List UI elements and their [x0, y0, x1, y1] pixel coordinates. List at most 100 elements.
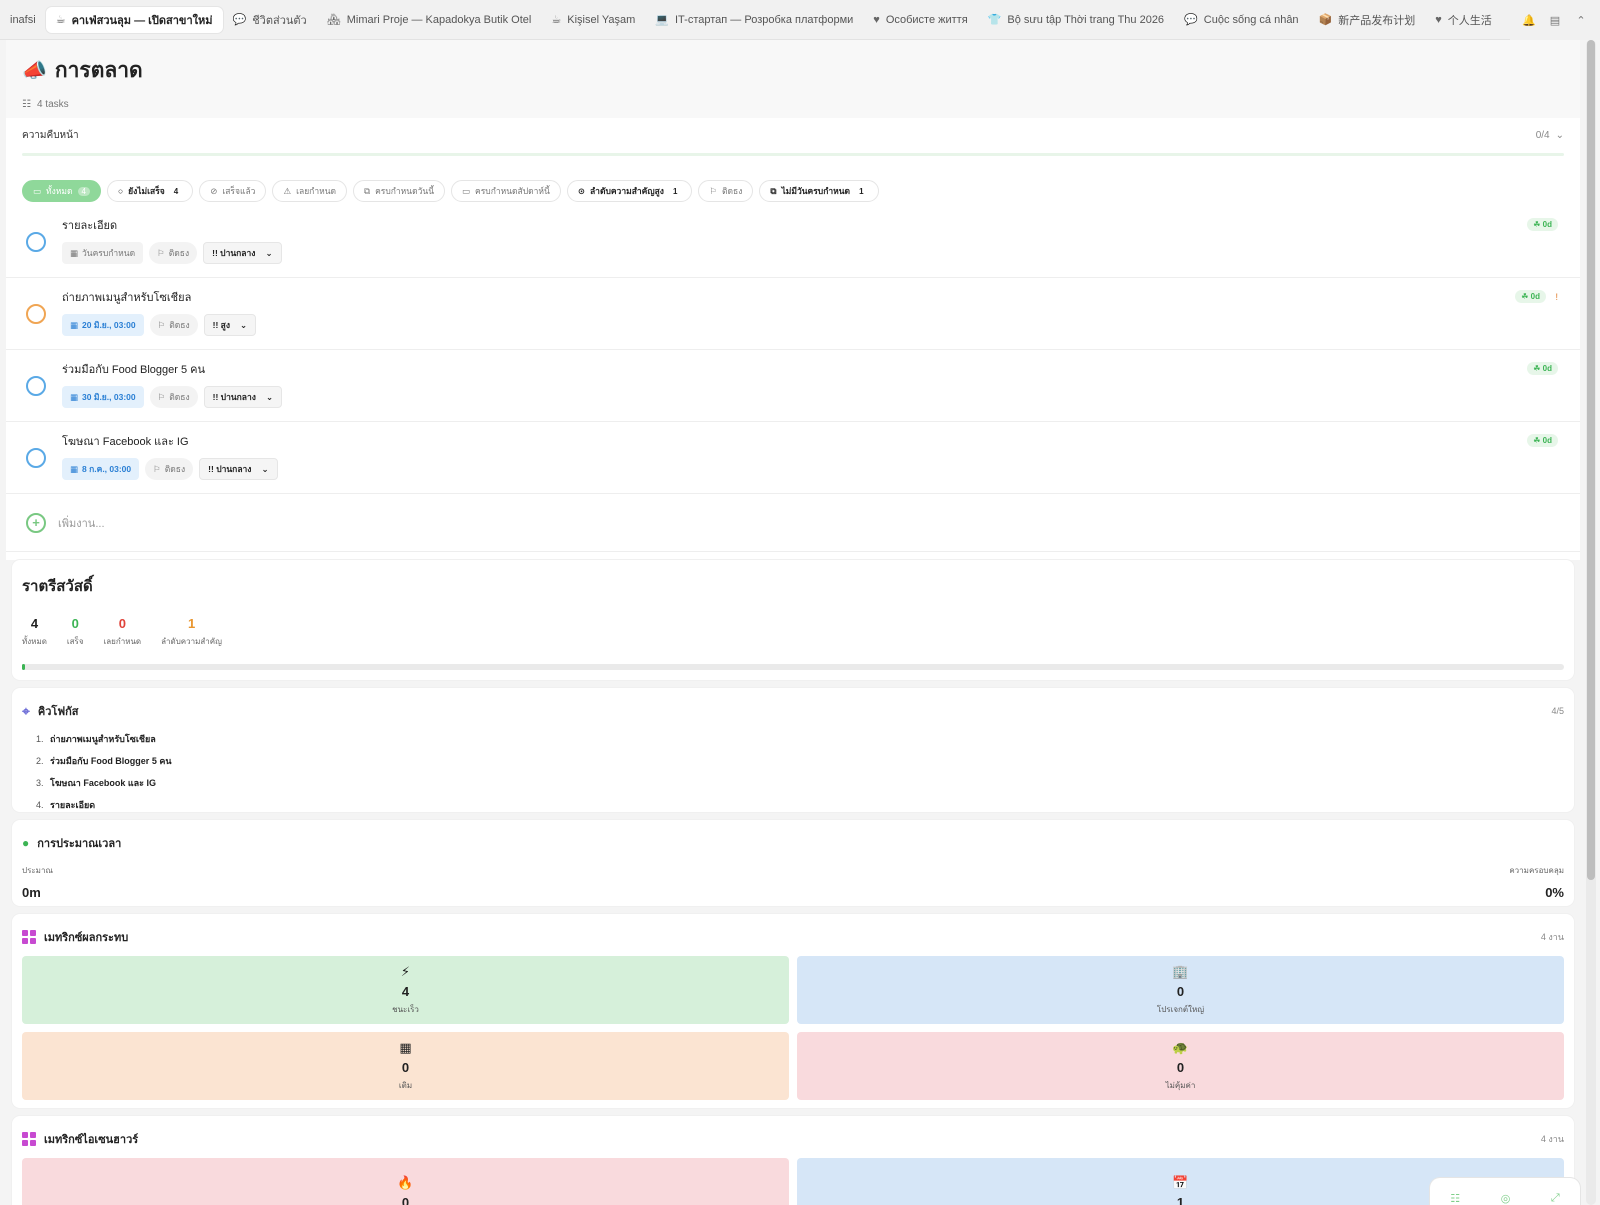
grid-icon [22, 930, 36, 944]
eisenhower-cell[interactable]: 🔥 0 [22, 1158, 789, 1205]
task-list-icon: ☷ [22, 99, 31, 110]
task-checkbox[interactable] [26, 232, 46, 252]
filter-label: ติดธง [722, 186, 743, 196]
tab-icon: 💬 [232, 14, 247, 26]
tab-1[interactable]: ☕ คาเฟ่สวนลุม — เปิดสาขาใหม่ [45, 6, 223, 33]
focus-item[interactable]: 2. ร่วมมือกับ Food Blogger 5 คน [36, 754, 1564, 768]
focus-item[interactable]: 4. รายละเอียด [36, 798, 1564, 812]
flag-label: ติดธง [169, 392, 190, 402]
focus-item-label: รายละเอียด [50, 800, 96, 810]
task-checkbox[interactable] [26, 304, 46, 324]
tab-6[interactable]: ♥ Особисте життя [863, 7, 977, 33]
task-name[interactable]: รายละเอียด [62, 216, 1564, 234]
due-date-label: วันครบกำหนด [82, 248, 136, 258]
chevron-up-icon[interactable]: ⌃ [1570, 9, 1592, 31]
filter-chip-0[interactable]: ▭ ทั้งหมด 4 [22, 180, 101, 202]
tab-10[interactable]: ♥ 个人生活 [1425, 7, 1502, 33]
tab-3[interactable]: 🏘 Mimari Proje — Kapadokya Butik Otel [317, 7, 542, 33]
impact-cell[interactable]: ⚡ 4 ชนะเร็ว [22, 956, 789, 1024]
flag-button[interactable]: ⚐ ติดธง [145, 458, 194, 480]
tab-4[interactable]: ☕ Kişisel Yaşam [541, 7, 645, 33]
floating-toolbar: ☷ ◎ ⤢ [1430, 1178, 1580, 1205]
priority-select[interactable]: !! สูง ⌄ [203, 314, 257, 336]
calendar-icon: ▦ [70, 319, 79, 330]
due-date-button[interactable]: ▦ 30 มิ.ย., 03:00 [62, 386, 144, 408]
globe-icon[interactable]: ◎ [1501, 1192, 1511, 1205]
greeting-stats: 4 ทั้งหมด 0 เสร็จ 0 เลยกำหนด 1 ลำดับความสำคัญ [22, 616, 1564, 648]
scrollbar[interactable] [1586, 40, 1596, 1205]
list-icon[interactable]: ☷ [1450, 1192, 1460, 1205]
priority-select[interactable]: !! ปานกลาง ⌄ [199, 458, 278, 480]
filter-chip-3[interactable]: ⚠ เลยกำหนด [272, 180, 348, 202]
filter-count: 4 [77, 186, 90, 196]
task-name[interactable]: ร่วมมือกับ Food Blogger 5 คน [62, 360, 1564, 378]
impact-cell[interactable]: 🐢 0 ไม่คุ้มค่า [797, 1032, 1564, 1100]
exclamation-icon: !! [208, 464, 217, 474]
expand-icon[interactable]: ⤢ [1551, 1192, 1560, 1205]
tab-8[interactable]: 💬 Cuộc sống cá nhân [1174, 7, 1309, 33]
tab-label: IT-стартап — Розробка платформи [675, 13, 854, 26]
tab-0[interactable]: inafsi [0, 7, 46, 33]
progress-toggle[interactable]: 0/4 ⌄ [1536, 130, 1564, 141]
task-checkbox[interactable] [26, 376, 46, 396]
tab-7[interactable]: 👕 Bộ sưu tập Thời trang Thu 2026 [978, 7, 1174, 33]
stat-value: 1 [187, 616, 196, 631]
filter-chip-8[interactable]: ⧉ ไม่มีวันครบกำหนด 1 [759, 180, 879, 202]
priority-select[interactable]: !! ปานกลาง ⌄ [203, 386, 283, 408]
progress-count: 0/4 [1535, 130, 1550, 141]
focus-item[interactable]: 3. โฆษณา Facebook และ IG [36, 776, 1564, 790]
filter-chip-1[interactable]: ○ ยังไม่เสร็จ 4 [106, 180, 194, 202]
impact-cell-icon: 🏢 [1172, 964, 1189, 979]
impact-title: เมทริกซ์ผลกระทบ [44, 932, 129, 944]
greeting-card: ราตรีสวัสดิ์ 4 ทั้งหมด 0 เสร็จ 0 เลยกำหนด 1 ลำด… [12, 560, 1574, 680]
filter-count: 1 [859, 186, 864, 196]
stat-value: 0 [71, 616, 79, 631]
focus-item[interactable]: 1. ถ่ายภาพเมนูสำหรับโซเชียล [36, 732, 1564, 746]
task-name[interactable]: ถ่ายภาพเมนูสำหรับโซเชียล [62, 288, 1564, 306]
filter-icon: ⚠ [283, 185, 292, 196]
due-date-button[interactable]: ▦ 20 มิ.ย., 03:00 [62, 314, 144, 336]
focus-item-number: 2. [36, 756, 44, 766]
flag-label: ติดธง [164, 464, 186, 474]
age-value: 0d [1542, 364, 1552, 373]
focus-item-number: 1. [36, 734, 44, 744]
due-date-label: 30 มิ.ย., 03:00 [82, 392, 136, 402]
focus-item-label: โฆษณา Facebook และ IG [50, 778, 157, 788]
tab-icon: 🏘 [326, 14, 341, 26]
add-task-input[interactable]: เพิ่มงาน... [58, 514, 105, 532]
add-task-row[interactable]: + เพิ่มงาน... [6, 494, 1580, 552]
bell-icon[interactable]: 🔔 [1518, 9, 1540, 31]
filter-chip-4[interactable]: ⧉ ครบกำหนดวันนี้ [353, 180, 446, 202]
calendar-icon: ▦ [70, 463, 79, 474]
impact-cell[interactable]: 🏢 0 โปรเจกต์ใหญ่ [797, 956, 1564, 1024]
scrollbar-thumb[interactable] [1587, 40, 1595, 880]
task-checkbox[interactable] [26, 448, 46, 468]
tab-5[interactable]: 💻 IT-стартап — Розробка платформи [645, 7, 863, 33]
due-date-button[interactable]: ▦ 8 ก.ค., 03:00 [62, 458, 140, 480]
filter-chip-6[interactable]: ⊙ ลำดับความสำคัญสูง 1 [566, 180, 693, 202]
tab-2[interactable]: 💬 ชีวิตส่วนตัว [223, 7, 317, 33]
filter-chip-5[interactable]: ▭ ครบกำหนดสัปดาห์นี้ [451, 180, 561, 202]
impact-grid: ⚡ 4 ชนะเร็ว 🏢 0 โปรเจกต์ใหญ่ ▦ 0 เติม 🐢 0 ไม่คุ้มค่… [22, 956, 1564, 1100]
flag-button[interactable]: ⚐ ติดธง [149, 314, 198, 336]
flag-button[interactable]: ⚐ ติดธง [149, 242, 198, 264]
focus-queue-card: ⌖ คิวโฟกัส 4/5 1. ถ่ายภาพเมนูสำหรับโซเชีย… [12, 688, 1574, 812]
task-row: ร่วมมือกับ Food Blogger 5 คน ▦ 30 มิ.ย., 0… [6, 350, 1580, 422]
tab-bar-actions: 🔔 ▤ ⌃ [1510, 0, 1600, 40]
calendar-icon: ▦ [70, 247, 79, 258]
due-date-button[interactable]: ▦ วันครบกำหนด [62, 242, 144, 264]
filter-chip-2[interactable]: ⊘ เสร็จแล้ว [199, 180, 267, 202]
priority-select[interactable]: !! ปานกลาง ⌄ [203, 242, 282, 264]
filter-chip-7[interactable]: ⚐ ติดธง [698, 180, 754, 202]
priority-value: ปานกลาง [220, 248, 256, 258]
tab-icon: 💻 [655, 14, 669, 26]
flag-button[interactable]: ⚐ ติดธง [149, 386, 198, 408]
task-name[interactable]: โฆษณา Facebook และ IG [62, 432, 1564, 450]
layout-icon[interactable]: ▤ [1544, 9, 1566, 31]
estimate-left-value: 0m [22, 885, 41, 900]
tab-9[interactable]: 📦 新产品发布计划 [1309, 7, 1426, 33]
eisenhower-cell-value: 1 [1176, 1194, 1185, 1205]
eisenhower-title: เมทริกซ์ไอเซนฮาวร์ [44, 1134, 139, 1146]
plus-icon[interactable]: + [26, 512, 46, 533]
impact-cell[interactable]: ▦ 0 เติม [22, 1032, 789, 1100]
